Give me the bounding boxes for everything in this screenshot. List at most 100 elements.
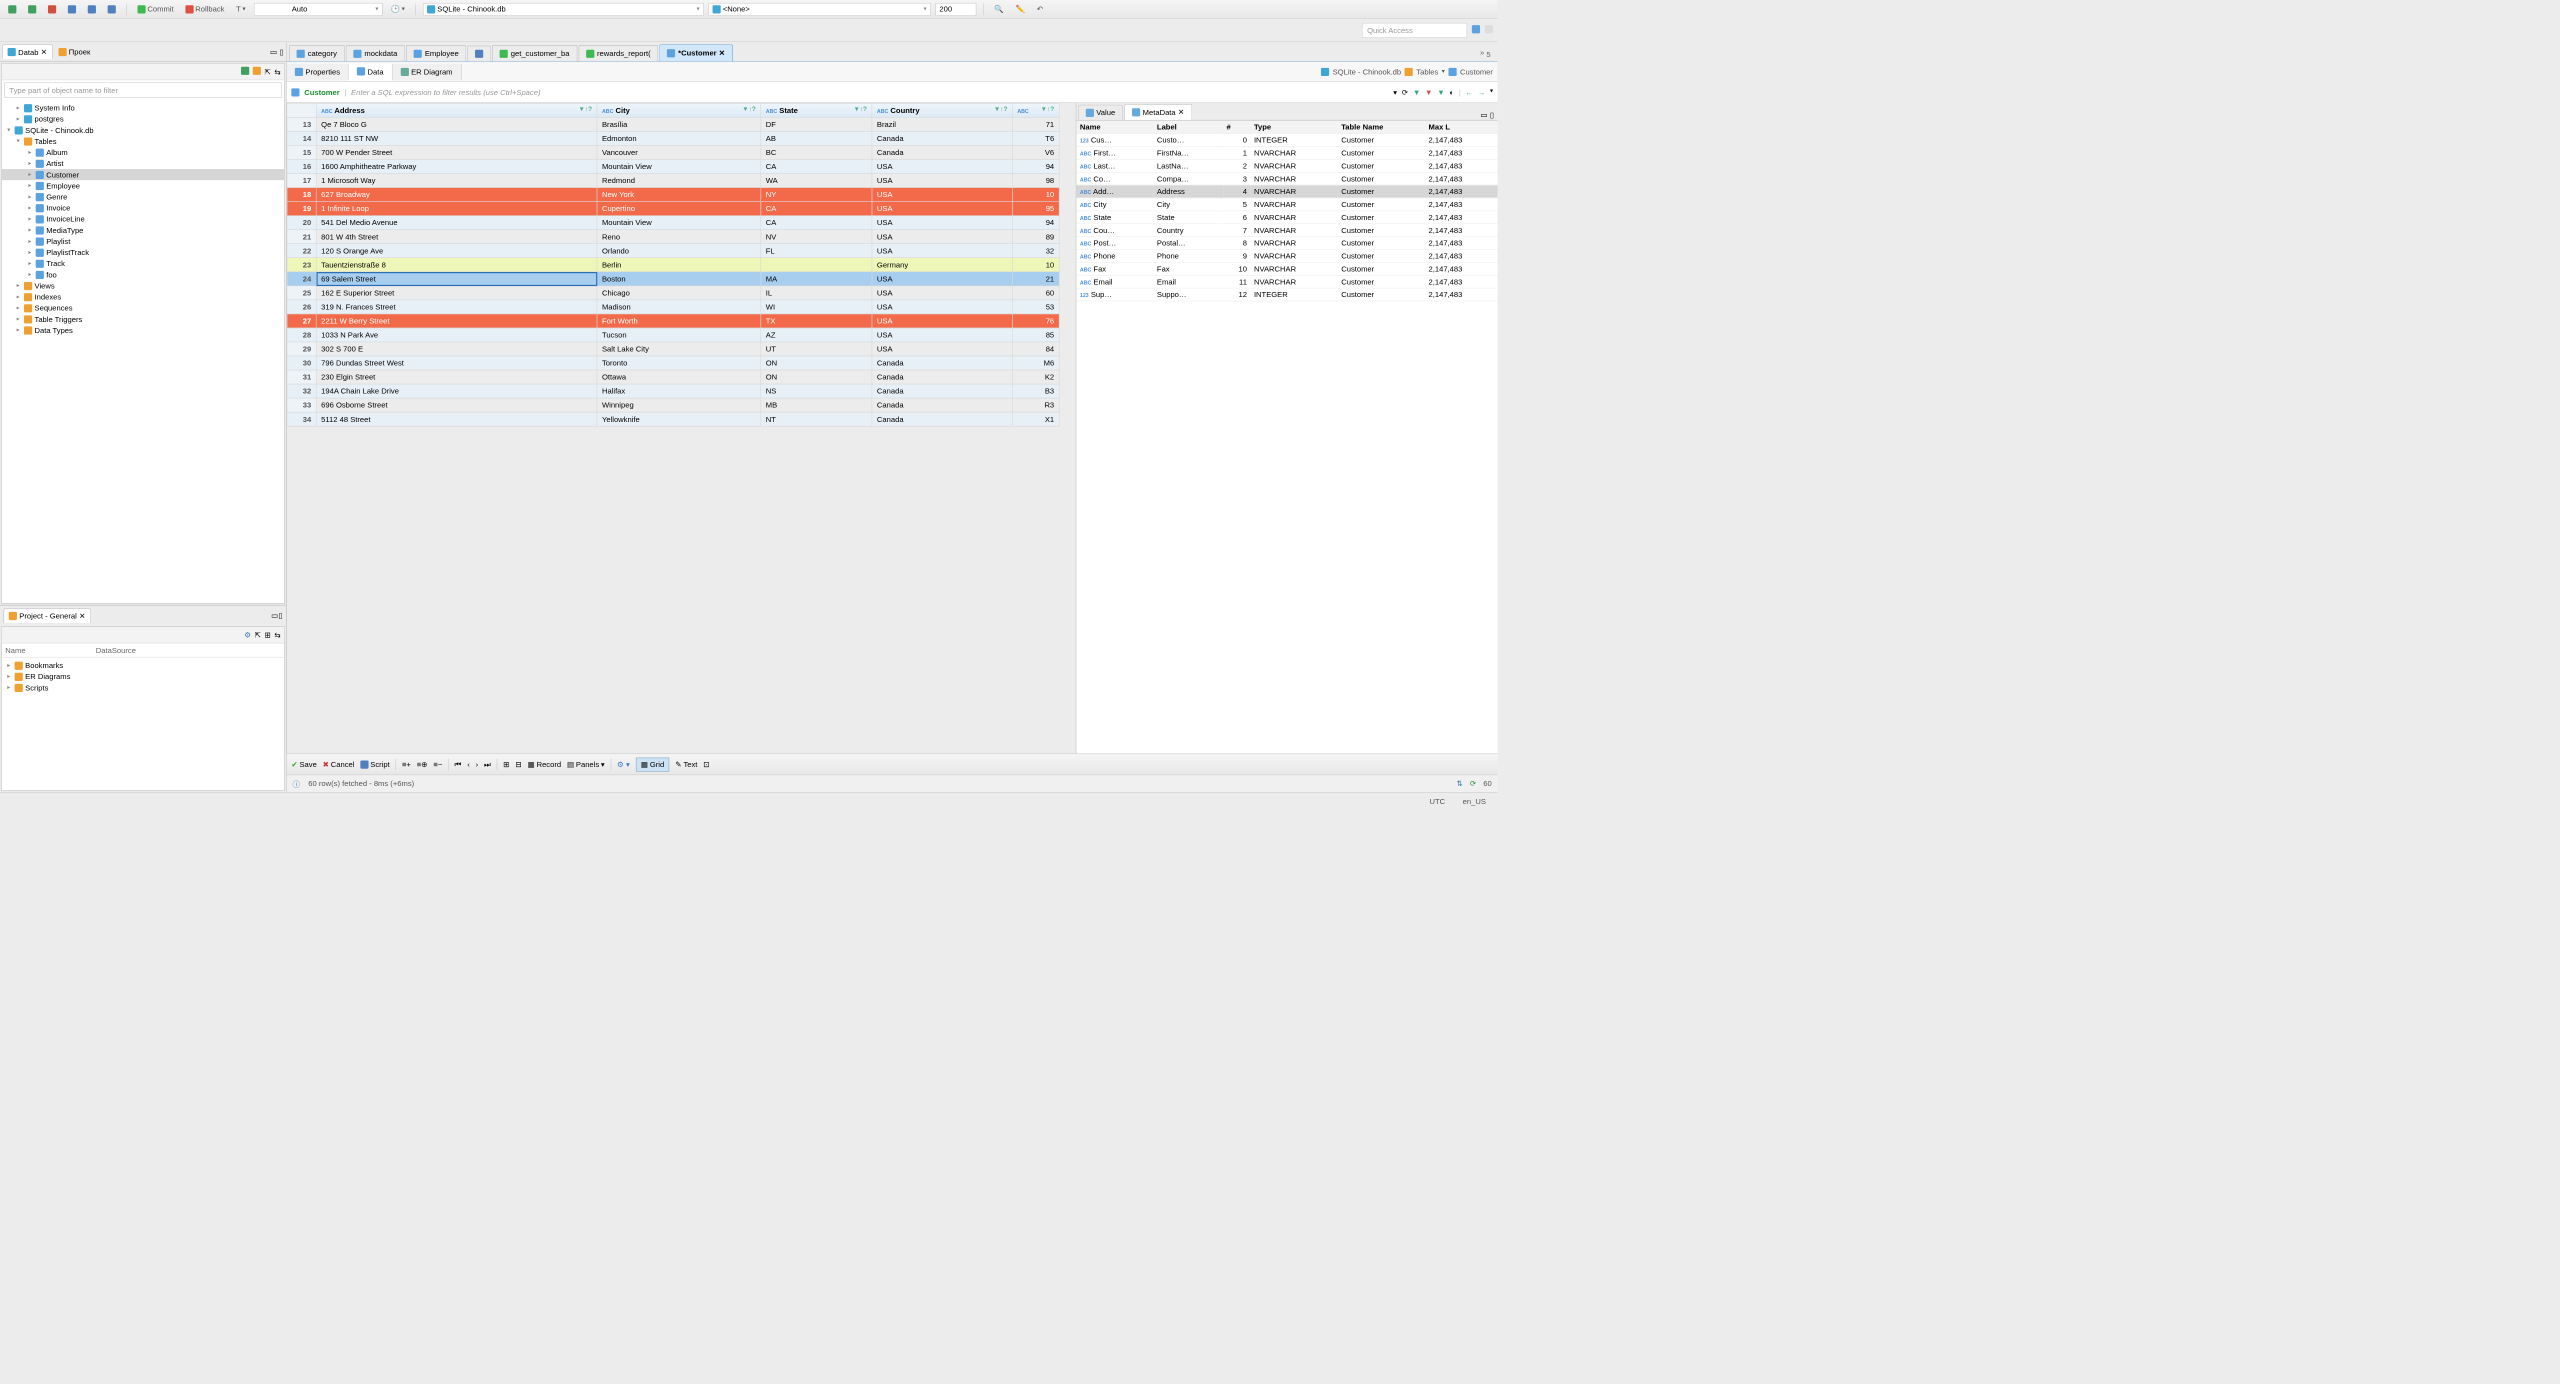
table-row[interactable]: 171 Microsoft WayRedmondWAUSA98 bbox=[287, 173, 1059, 187]
connect-icon[interactable] bbox=[5, 4, 20, 15]
connect-all-icon[interactable] bbox=[25, 4, 40, 15]
column-header[interactable]: ABC Country▼↑? bbox=[872, 103, 1012, 117]
tab-project-general[interactable]: Project - General ✕ bbox=[4, 608, 91, 623]
link-icon[interactable]: ⇆ bbox=[274, 67, 280, 76]
first-page-icon[interactable]: ⏮ bbox=[455, 760, 462, 769]
table-row[interactable]: 32194A Chain Lake DriveHalifaxNSCanadaB3 bbox=[287, 384, 1059, 398]
sql-recent-icon[interactable] bbox=[104, 4, 119, 15]
highlight-icon[interactable]: ✏️ bbox=[1012, 3, 1028, 15]
sql-editor-icon[interactable] bbox=[64, 4, 79, 15]
tree-node[interactable]: ▸ Views bbox=[2, 280, 285, 291]
perspective-icon-2[interactable] bbox=[1485, 25, 1493, 35]
table-row[interactable]: 26319 N. Frances StreetMadisonWIUSA53 bbox=[287, 300, 1059, 314]
maximize-icon[interactable]: ▯ bbox=[1490, 111, 1494, 120]
tree-node[interactable]: ▸ Genre bbox=[2, 191, 285, 202]
script-button[interactable]: Script bbox=[360, 760, 389, 769]
link-icon[interactable]: ⇆ bbox=[274, 630, 280, 639]
tree-node[interactable]: ▸ Album bbox=[2, 147, 285, 158]
tree-node[interactable]: ▸ Bookmarks bbox=[2, 660, 285, 671]
close-view-icon[interactable]: ▯ bbox=[280, 47, 284, 56]
table-row[interactable]: 22120 S Orange AveOrlandoFLUSA32 bbox=[287, 244, 1059, 258]
tree-node[interactable]: ▸ Employee bbox=[2, 180, 285, 191]
table-row[interactable]: 23Tauentzienstraße 8BerlinGermany10 bbox=[287, 258, 1059, 272]
column-header[interactable]: ABC City▼↑? bbox=[597, 103, 761, 117]
sql-filter-input[interactable]: Enter a SQL expression to filter results… bbox=[351, 88, 540, 97]
perspective-icon[interactable] bbox=[1472, 25, 1480, 35]
editor-tab[interactable]: *Customer ✕ bbox=[659, 44, 732, 61]
search-icon[interactable]: 🔍 bbox=[991, 3, 1007, 15]
tab-projects[interactable]: Проек bbox=[54, 45, 95, 58]
minimize-icon[interactable]: ▭ bbox=[1480, 111, 1487, 120]
tree-node[interactable]: ▸ System Info bbox=[2, 102, 285, 113]
text-mode-button[interactable]: ✎ Text bbox=[675, 760, 697, 769]
metadata-grid[interactable]: NameLabel#TypeTable NameMax L123 Cus…Cus… bbox=[1076, 121, 1497, 301]
data-grid[interactable]: ABC Address▼↑?ABC City▼↑?ABC State▼↑?ABC… bbox=[287, 103, 1060, 427]
object-filter-input[interactable]: Type part of object name to filter bbox=[4, 82, 282, 97]
new-folder-icon[interactable] bbox=[253, 67, 261, 77]
tab-properties[interactable]: Properties bbox=[287, 63, 349, 79]
tree-node[interactable]: ▸ Scripts bbox=[2, 682, 285, 693]
meta-row[interactable]: 123 Cus…Custo…0INTEGERCustomer2,147,483 bbox=[1076, 133, 1497, 146]
meta-row[interactable]: ABC CityCity5NVARCHARCustomer2,147,483 bbox=[1076, 198, 1497, 211]
table-row[interactable]: 29302 S 700 ESalt Lake CityUTUSA84 bbox=[287, 342, 1059, 356]
filter-custom-icon[interactable]: ▼ bbox=[1437, 87, 1445, 96]
editor-tab[interactable]: mockdata bbox=[346, 45, 405, 61]
meta-row[interactable]: 123 Sup…Suppo…12INTEGERCustomer2,147,483 bbox=[1076, 288, 1497, 301]
catalog-combo[interactable]: <None>▾ bbox=[708, 3, 930, 16]
table-row[interactable]: 25162 E Superior StreetChicagoILUSA60 bbox=[287, 286, 1059, 300]
refresh-count-icon[interactable]: ⟳ bbox=[1470, 779, 1476, 788]
table-row[interactable]: 33696 Osborne StreetWinnipegMBCanadaR3 bbox=[287, 398, 1059, 412]
record-button[interactable]: ▦ Record bbox=[528, 760, 561, 769]
history-icon[interactable]: 🕒▾ bbox=[387, 3, 408, 15]
filter-remove-icon[interactable]: ▼ bbox=[1425, 87, 1433, 96]
meta-column[interactable]: Label bbox=[1153, 121, 1223, 134]
commit-button[interactable]: Commit bbox=[134, 4, 177, 15]
tree-node[interactable]: ▸ Sequences bbox=[2, 302, 285, 313]
del-row-icon[interactable]: ≡− bbox=[433, 760, 442, 769]
tree-node[interactable]: ▸ Data Types bbox=[2, 325, 285, 336]
column-header[interactable]: ABC Address▼↑? bbox=[316, 103, 597, 117]
meta-row[interactable]: ABC StateState6NVARCHARCustomer2,147,483 bbox=[1076, 211, 1497, 224]
settings-icon[interactable]: ⚙ bbox=[244, 630, 251, 639]
tree-node[interactable]: ▸ Invoice bbox=[2, 202, 285, 213]
nav-fwd-icon[interactable]: → bbox=[1478, 87, 1486, 96]
meta-column[interactable]: Table Name bbox=[1338, 121, 1425, 134]
meta-row[interactable]: ABC Last…LastNa…2NVARCHARCustomer2,147,4… bbox=[1076, 159, 1497, 172]
color-icon[interactable]: ◐ bbox=[1449, 87, 1454, 96]
meta-row[interactable]: ABC Add…Address4NVARCHARCustomer2,147,48… bbox=[1076, 185, 1497, 198]
editor-tab[interactable]: Employee bbox=[406, 45, 466, 61]
more-tabs[interactable]: » 5 bbox=[1475, 46, 1495, 62]
meta-row[interactable]: ABC Cou…Country7NVARCHARCustomer2,147,48… bbox=[1076, 223, 1497, 236]
meta-row[interactable]: ABC PhonePhone9NVARCHARCustomer2,147,483 bbox=[1076, 249, 1497, 262]
editor-tab[interactable]: rewards_report( bbox=[578, 45, 658, 61]
minimize-icon[interactable]: ▭ bbox=[270, 47, 277, 56]
tree-node[interactable]: ▾ SQLite - Chinook.db bbox=[2, 125, 285, 136]
quick-access-input[interactable]: Quick Access bbox=[1362, 23, 1467, 38]
tree-node[interactable]: ▸ MediaType bbox=[2, 225, 285, 236]
tree-node[interactable]: ▸ Table Triggers bbox=[2, 314, 285, 325]
crumb-tables[interactable]: Tables bbox=[1416, 67, 1438, 76]
new-connection-icon[interactable] bbox=[241, 67, 249, 77]
table-row[interactable]: 148210 111 ST NWEdmontonABCanadaT6 bbox=[287, 131, 1059, 145]
panels-button[interactable]: ▤ Panels ▾ bbox=[567, 760, 605, 769]
editor-tab[interactable]: get_customer_ba bbox=[492, 45, 577, 61]
tree-node[interactable]: ▸ Playlist bbox=[2, 236, 285, 247]
column-header[interactable]: ABC ▼↑? bbox=[1012, 103, 1059, 117]
table-row[interactable]: 15700 W Pender StreetVancouverBCCanadaV6 bbox=[287, 145, 1059, 159]
tx-mode-combo[interactable]: Auto▾ bbox=[254, 3, 383, 16]
table-row[interactable]: 21801 W 4th StreetRenoNVUSA89 bbox=[287, 230, 1059, 244]
refresh-icon[interactable]: ⟳ bbox=[1402, 87, 1408, 96]
settings-icon[interactable]: ⚙ ▾ bbox=[617, 760, 630, 769]
nav-back-icon[interactable]: ← bbox=[1465, 87, 1473, 96]
table-row[interactable]: 18627 BroadwayNew YorkNYUSA10 bbox=[287, 187, 1059, 201]
crumb-current[interactable]: Customer bbox=[1460, 67, 1493, 76]
tab-metadata[interactable]: MetaData ✕ bbox=[1125, 104, 1192, 120]
maximize-icon[interactable]: ▯ bbox=[278, 611, 282, 620]
meta-row[interactable]: ABC EmailEmail11NVARCHARCustomer2,147,48… bbox=[1076, 275, 1497, 288]
rollback-button[interactable]: Rollback bbox=[182, 4, 228, 15]
tab-databases[interactable]: Datab ✕ bbox=[2, 44, 52, 59]
table-row[interactable]: 281033 N Park AveTucsonAZUSA85 bbox=[287, 328, 1059, 342]
export-icon[interactable]: ⊡ bbox=[703, 760, 709, 769]
dup-row-icon[interactable]: ≡⊕ bbox=[417, 760, 428, 769]
next-page-icon[interactable]: › bbox=[476, 760, 479, 769]
